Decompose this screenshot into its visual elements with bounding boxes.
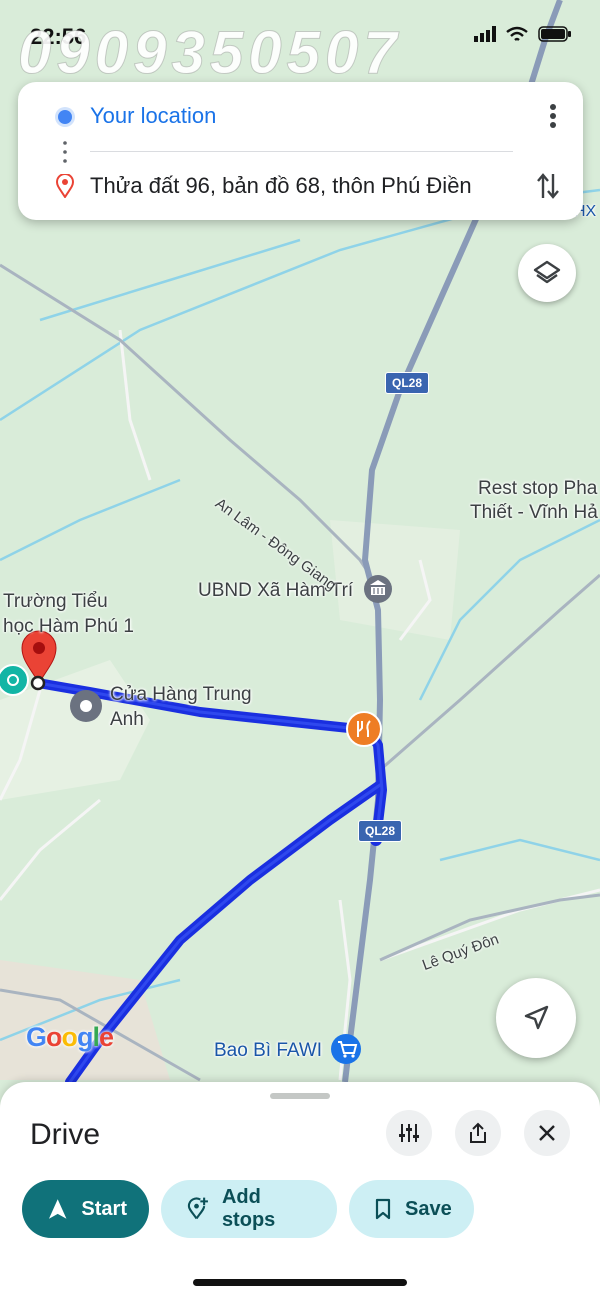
layers-button[interactable] — [518, 244, 576, 302]
battery-icon — [538, 26, 571, 42]
more-options-icon[interactable] — [541, 100, 565, 132]
school-poi-icon[interactable] — [0, 664, 29, 696]
status-bar: 22:56 0909350507 — [0, 0, 600, 87]
shop-label[interactable]: Cửa Hàng Trung — [110, 684, 252, 706]
directions-card: Your location Thửa đất 96, bản đồ 68, th… — [18, 82, 583, 220]
school-label-line2[interactable]: học Hàm Phú 1 — [3, 616, 134, 638]
close-icon — [539, 1125, 555, 1141]
layers-icon — [533, 260, 561, 284]
destination-marker-icon — [56, 174, 74, 198]
navigation-arrow-icon — [524, 1005, 549, 1030]
add-stops-button[interactable]: Add stops — [161, 1180, 337, 1238]
share-icon — [470, 1122, 486, 1143]
restaurant-poi-icon[interactable] — [346, 711, 382, 747]
ql28-shield-bottom: QL28 — [358, 820, 403, 842]
wifi-icon — [506, 26, 528, 41]
tune-icon — [399, 1124, 419, 1142]
recenter-button[interactable] — [496, 978, 576, 1058]
destination-field[interactable]: Thửa đất 96, bản đồ 68, thôn Phú Điền — [90, 173, 472, 199]
shop-label-line2[interactable]: Anh — [110, 709, 144, 731]
shop-poi-icon[interactable] — [70, 690, 102, 722]
ql28-shield-top: QL28 — [385, 372, 430, 394]
route-options-button[interactable] — [386, 1110, 432, 1156]
origin-field[interactable]: Your location — [90, 103, 216, 129]
bao-bi-label[interactable]: Bao Bì FAWI — [214, 1040, 322, 1062]
destination-row[interactable]: Thửa đất 96, bản đồ 68, thôn Phú Điền — [18, 152, 583, 220]
ubnd-poi-icon[interactable] — [364, 575, 392, 603]
add-stops-label: Add stops — [221, 1186, 276, 1231]
action-row: Start Add stops Save — [22, 1180, 474, 1238]
your-location-dot-icon — [58, 110, 72, 124]
save-button[interactable]: Save — [349, 1180, 474, 1238]
school-label[interactable]: Trường Tiểu — [3, 591, 108, 613]
save-label: Save — [405, 1197, 452, 1220]
bookmark-icon — [375, 1198, 391, 1220]
rest-stop-label-line2[interactable]: Thiết - Vĩnh Hả — [470, 502, 598, 524]
signal-icon — [474, 26, 496, 42]
home-indicator — [193, 1279, 407, 1286]
start-button-label: Start — [81, 1197, 127, 1220]
start-button[interactable]: Start — [22, 1180, 149, 1238]
bottom-sheet: Drive Start Add stops Save — [0, 1082, 600, 1299]
close-button[interactable] — [524, 1110, 570, 1156]
origin-row[interactable]: Your location — [18, 82, 583, 150]
google-logo: Google — [26, 1022, 114, 1052]
navigation-start-icon — [48, 1199, 67, 1219]
rest-stop-label[interactable]: Rest stop Pha — [478, 478, 597, 500]
status-icons — [474, 26, 572, 42]
add-location-icon — [187, 1197, 208, 1220]
swap-directions-icon[interactable] — [535, 170, 561, 202]
phone-watermark: 0909350507 — [18, 19, 402, 87]
sheet-drag-handle[interactable] — [270, 1093, 330, 1099]
share-button[interactable] — [455, 1110, 501, 1156]
travel-mode-title: Drive — [30, 1118, 101, 1151]
store-poi-icon[interactable] — [331, 1034, 361, 1064]
